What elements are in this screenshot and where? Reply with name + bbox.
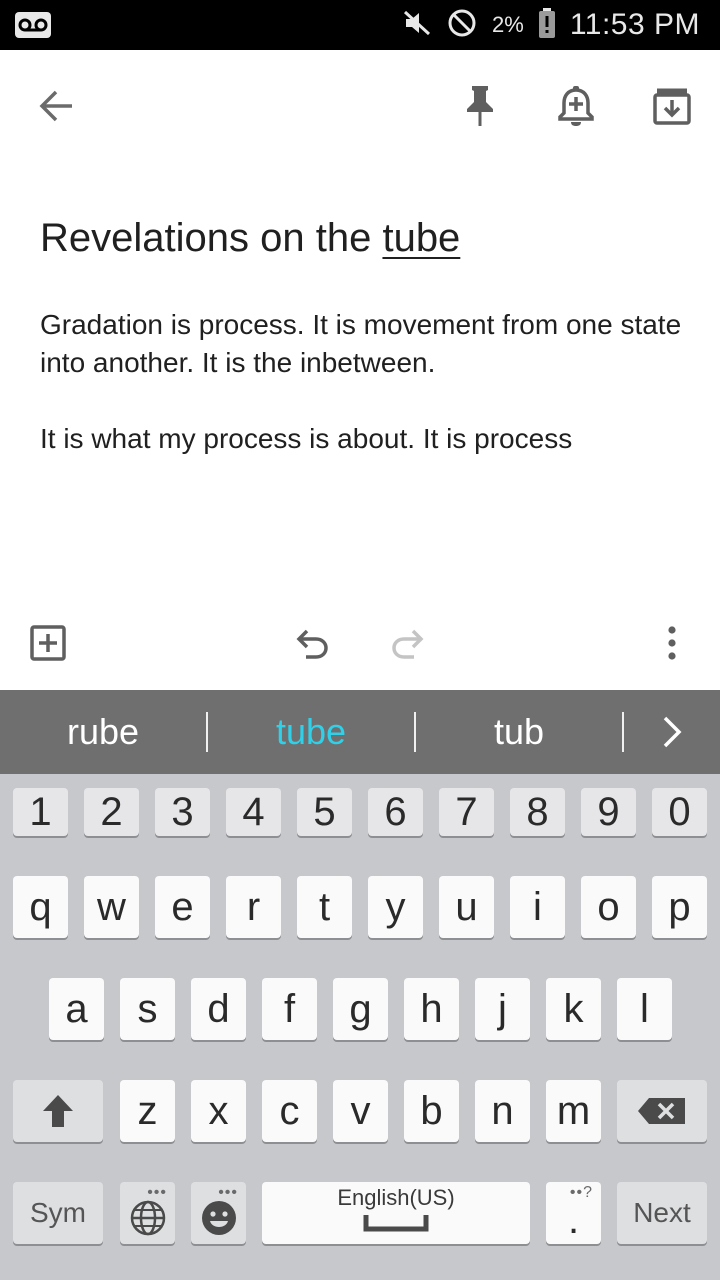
status-bar: 2% 11:53 PM — [0, 0, 720, 50]
reminder-bell-icon[interactable] — [548, 78, 604, 134]
key-1[interactable]: 1 — [13, 788, 68, 836]
battery-percent: 2% — [492, 12, 524, 37]
key-y[interactable]: y — [368, 876, 423, 938]
redo-icon[interactable] — [380, 615, 436, 671]
key-9[interactable]: 9 — [581, 788, 636, 836]
space-key[interactable]: English(US) — [262, 1182, 530, 1244]
chevron-right-icon[interactable] — [624, 690, 720, 774]
note-title[interactable]: Revelations on the tube — [40, 216, 460, 261]
clock: 11:53 PM — [569, 8, 700, 41]
undo-icon[interactable] — [284, 615, 340, 671]
more-dots: ••• — [147, 1184, 167, 1201]
key-s[interactable]: s — [120, 978, 175, 1040]
key-u[interactable]: u — [439, 876, 494, 938]
key-n[interactable]: n — [475, 1080, 530, 1142]
period-key-label: . — [567, 1197, 580, 1242]
key-e[interactable]: e — [155, 876, 210, 938]
suggestion-bar: rube tube tub — [0, 690, 720, 774]
back-arrow-icon[interactable] — [28, 78, 84, 134]
key-d[interactable]: d — [191, 978, 246, 1040]
key-c[interactable]: c — [262, 1080, 317, 1142]
period-key[interactable]: ••? . — [546, 1182, 601, 1244]
key-i[interactable]: i — [510, 876, 565, 938]
next-key-label: Next — [633, 1197, 691, 1228]
note-title-text: Revelations on the — [40, 216, 383, 260]
key-b[interactable]: b — [404, 1080, 459, 1142]
space-key-label: English(US) — [337, 1185, 455, 1210]
key-w[interactable]: w — [84, 876, 139, 938]
key-p[interactable]: p — [652, 876, 707, 938]
language-key[interactable]: ••• — [120, 1182, 175, 1244]
status-right: 2% 11:53 PM — [402, 0, 700, 50]
mute-icon — [402, 9, 432, 42]
key-g[interactable]: g — [333, 978, 388, 1040]
suggestion-item[interactable]: tub — [416, 690, 622, 774]
key-6[interactable]: 6 — [368, 788, 423, 836]
key-v[interactable]: v — [333, 1080, 388, 1142]
key-r[interactable]: r — [226, 876, 281, 938]
key-l[interactable]: l — [617, 978, 672, 1040]
suggestion-item[interactable]: rube — [0, 690, 206, 774]
voicemail-icon — [14, 10, 52, 45]
sym-key-label: Sym — [30, 1197, 86, 1228]
key-h[interactable]: h — [404, 978, 459, 1040]
app-bar — [0, 50, 720, 160]
space-bar-icon — [363, 1215, 429, 1232]
pin-icon[interactable] — [452, 78, 508, 134]
key-o[interactable]: o — [581, 876, 636, 938]
period-key-sub: ••? — [569, 1184, 593, 1201]
keyboard: 1 2 3 4 5 6 7 8 9 0 q w e r t y u i o p … — [0, 774, 720, 1280]
backspace-icon — [638, 1098, 685, 1124]
backspace-key[interactable] — [617, 1080, 707, 1142]
key-m[interactable]: m — [546, 1080, 601, 1142]
next-key[interactable]: Next — [617, 1182, 707, 1244]
note-paragraph: Gradation is process. It is movement fro… — [40, 309, 682, 378]
key-5[interactable]: 5 — [297, 788, 352, 836]
globe-icon — [130, 1200, 165, 1236]
shift-key[interactable] — [13, 1080, 103, 1142]
key-8[interactable]: 8 — [510, 788, 565, 836]
editor-toolbar — [0, 605, 720, 681]
key-t[interactable]: t — [297, 876, 352, 938]
key-j[interactable]: j — [475, 978, 530, 1040]
key-f[interactable]: f — [262, 978, 317, 1040]
battery-alert-icon — [538, 7, 556, 43]
key-z[interactable]: z — [120, 1080, 175, 1142]
note-body[interactable]: Gradation is process. It is movement fro… — [40, 306, 700, 458]
add-box-icon[interactable] — [20, 615, 76, 671]
key-x[interactable]: x — [191, 1080, 246, 1142]
settings-dots: ••• — [218, 1184, 238, 1201]
key-4[interactable]: 4 — [226, 788, 281, 836]
key-q[interactable]: q — [13, 876, 68, 938]
key-2[interactable]: 2 — [84, 788, 139, 836]
key-0[interactable]: 0 — [652, 788, 707, 836]
archive-icon[interactable] — [644, 78, 700, 134]
shift-arrow-icon — [43, 1095, 73, 1127]
sym-key[interactable]: Sym — [13, 1182, 103, 1244]
key-a[interactable]: a — [49, 978, 104, 1040]
key-3[interactable]: 3 — [155, 788, 210, 836]
note-title-misspelled-word: tube — [382, 216, 461, 260]
more-vert-icon[interactable] — [644, 615, 700, 671]
key-k[interactable]: k — [546, 978, 601, 1040]
key-7[interactable]: 7 — [439, 788, 494, 836]
emoji-key[interactable]: ••• — [191, 1182, 246, 1244]
note-paragraph: It is what my process is about. It is pr… — [40, 423, 573, 454]
blocked-icon — [446, 7, 478, 44]
emoji-smile-icon — [201, 1201, 236, 1235]
suggestion-item-selected[interactable]: tube — [208, 690, 414, 774]
